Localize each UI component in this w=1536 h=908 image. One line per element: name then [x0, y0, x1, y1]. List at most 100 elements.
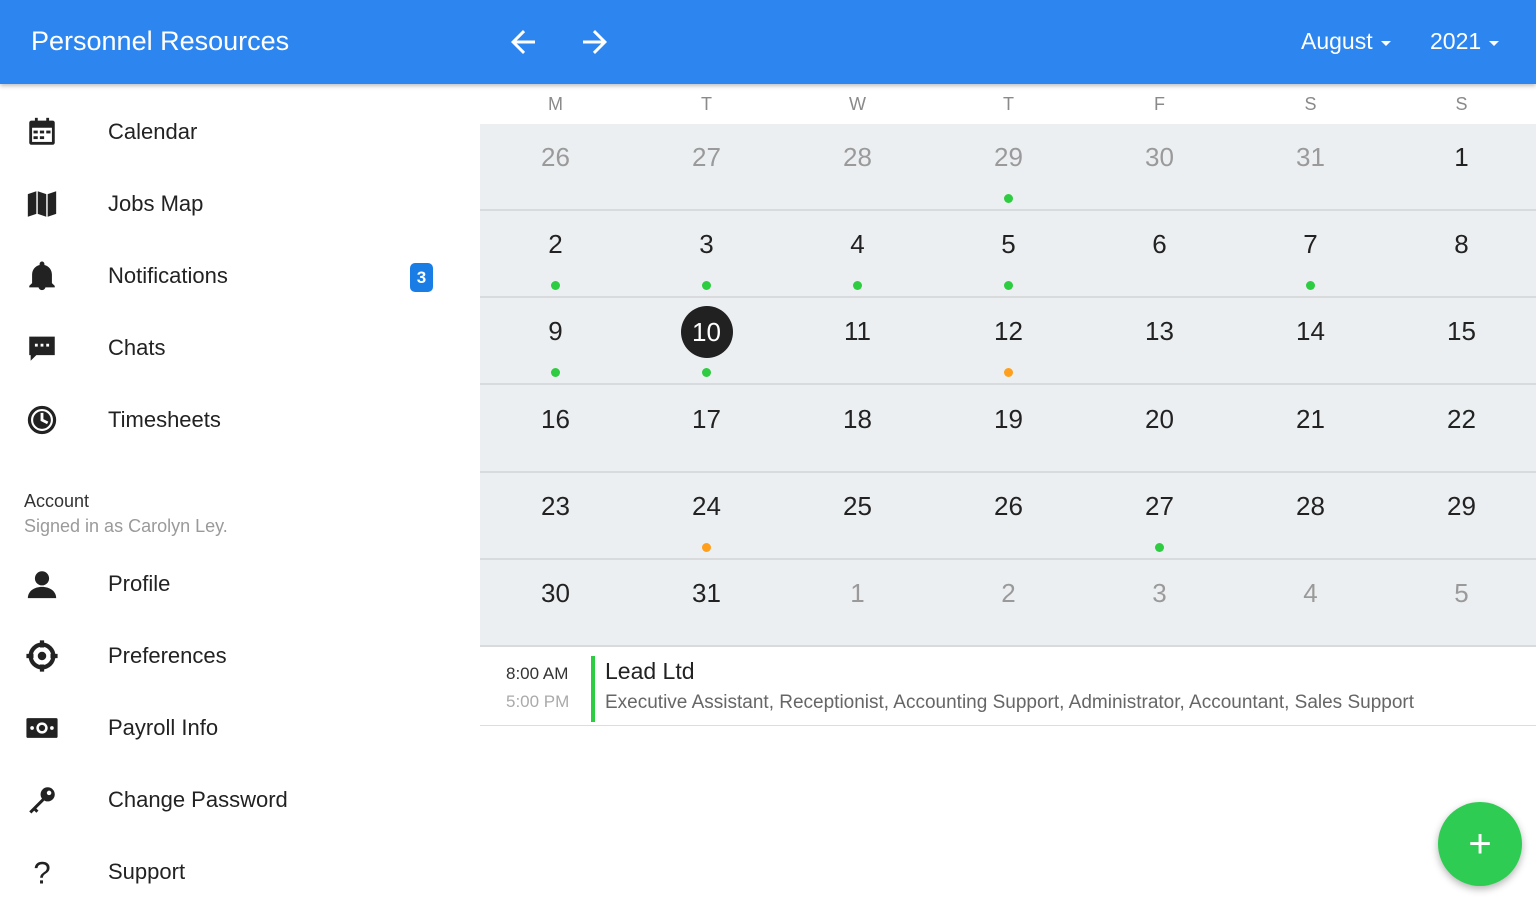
sidebar-item-profile[interactable]: Profile: [0, 548, 470, 620]
event-indicator-dot: [1004, 194, 1013, 203]
event-indicator-dot: [551, 368, 560, 378]
day-cell[interactable]: 1: [1386, 124, 1536, 209]
day-cell[interactable]: 26: [933, 473, 1084, 558]
day-cell[interactable]: 6: [1084, 211, 1235, 296]
day-number: 27: [692, 142, 721, 172]
day-cell-today[interactable]: 10: [631, 298, 782, 383]
day-cell[interactable]: 5: [1386, 560, 1536, 645]
day-cell[interactable]: 15: [1386, 298, 1536, 383]
app-bar: Personnel Resources August 2021: [0, 0, 1536, 84]
day-cell[interactable]: 21: [1235, 386, 1386, 471]
day-cell[interactable]: 14: [1235, 298, 1386, 383]
day-number: 24: [692, 490, 721, 521]
day-cell[interactable]: 2: [480, 211, 631, 296]
day-cell[interactable]: 11: [782, 298, 933, 383]
prev-month-arrow-icon[interactable]: [505, 24, 541, 60]
year-select[interactable]: 2021: [1430, 28, 1500, 55]
day-cell[interactable]: 2: [933, 560, 1084, 645]
day-cell[interactable]: 9: [480, 298, 631, 383]
sidebar-item-label: Payroll Info: [108, 715, 219, 740]
add-button[interactable]: +: [1438, 802, 1522, 886]
week-row: 26 27 28 29 30 31 1: [480, 124, 1536, 211]
day-number: 30: [541, 578, 570, 608]
event-indicator-dot: [1155, 542, 1164, 552]
day-cell[interactable]: 3: [631, 211, 782, 296]
day-cell[interactable]: 13: [1084, 298, 1235, 383]
day-cell[interactable]: 7: [1235, 211, 1386, 296]
help-icon: ?: [24, 854, 60, 890]
day-number: 28: [843, 142, 872, 172]
sidebar-item-payroll-info[interactable]: Payroll Info: [0, 692, 470, 764]
day-number: 12: [994, 316, 1023, 347]
day-number: 5: [1454, 578, 1469, 608]
signed-in-as: Signed in as Carolyn Ley.: [24, 516, 228, 536]
event-item[interactable]: 8:00 AM 5:00 PM Lead Ltd Executive Assis…: [480, 650, 1536, 726]
day-cell[interactable]: 28: [1235, 473, 1386, 558]
event-indicator-dot: [1004, 281, 1013, 291]
event-start-time: 8:00 AM: [506, 664, 569, 683]
sidebar-item-change-password[interactable]: Change Password: [0, 764, 470, 836]
day-number: 3: [699, 229, 714, 260]
day-cell[interactable]: 4: [782, 211, 933, 296]
sidebar-item-timesheets[interactable]: Timesheets: [0, 384, 470, 456]
day-cell[interactable]: 20: [1084, 386, 1235, 471]
sidebar-item-calendar[interactable]: Calendar: [0, 96, 470, 168]
next-month-arrow-icon[interactable]: [577, 24, 613, 60]
day-cell[interactable]: 28: [782, 124, 933, 209]
week-row: 9 10 11 12 13 14 15: [480, 298, 1536, 386]
day-cell[interactable]: 8: [1386, 211, 1536, 296]
day-number: 16: [541, 403, 570, 434]
weekday-header: MTWTFSS: [480, 84, 1536, 124]
svg-text:?: ?: [33, 855, 50, 889]
day-cell[interactable]: 31: [631, 560, 782, 645]
weekday-label: W: [849, 94, 866, 114]
day-cell[interactable]: 5: [933, 211, 1084, 296]
sidebar-item-label: Support: [108, 859, 186, 884]
day-cell[interactable]: 23: [480, 473, 631, 558]
key-icon: [24, 782, 60, 818]
event-indicator-dot: [551, 281, 560, 291]
sidebar-item-chats[interactable]: Chats: [0, 312, 470, 384]
day-cell[interactable]: 19: [933, 386, 1084, 471]
day-number: 25: [843, 490, 872, 521]
day-number: 13: [1145, 316, 1174, 347]
day-cell[interactable]: 26: [480, 124, 631, 209]
sidebar-item-preferences[interactable]: Preferences: [0, 620, 470, 692]
day-cell[interactable]: 25: [782, 473, 933, 558]
day-cell[interactable]: 18: [782, 386, 933, 471]
calendar-icon: [24, 114, 60, 150]
day-cell[interactable]: 4: [1235, 560, 1386, 645]
day-number: 23: [541, 490, 570, 521]
settings-icon: [24, 638, 60, 674]
sidebar-item-jobs-map[interactable]: Jobs Map: [0, 168, 470, 240]
day-cell[interactable]: 1: [782, 560, 933, 645]
weekday-label: S: [1304, 94, 1317, 114]
day-cell[interactable]: 29: [1386, 473, 1536, 558]
day-cell[interactable]: 22: [1386, 386, 1536, 471]
day-cell[interactable]: 17: [631, 386, 782, 471]
app-title: Personnel Resources: [31, 26, 290, 56]
sidebar-item-notifications[interactable]: Notifications 3: [0, 240, 470, 312]
money-icon: [24, 710, 60, 746]
day-number: 19: [994, 403, 1023, 434]
day-number: 17: [692, 403, 721, 434]
day-cell[interactable]: 12: [933, 298, 1084, 383]
day-cell[interactable]: 16: [480, 386, 631, 471]
day-cell[interactable]: 30: [480, 560, 631, 645]
month-select[interactable]: August: [1301, 28, 1391, 55]
sidebar-item-label: Timesheets: [108, 407, 221, 432]
sidebar-item-support[interactable]: ? Support: [0, 836, 470, 908]
week-row: 2 3 4 5 6 7 8: [480, 211, 1536, 299]
day-cell[interactable]: 30: [1084, 124, 1235, 209]
day-cell[interactable]: 3: [1084, 560, 1235, 645]
day-cell[interactable]: 24: [631, 473, 782, 558]
day-number: 10: [680, 306, 733, 359]
year-value: 2021: [1430, 28, 1482, 54]
event-color-bar: [591, 656, 595, 722]
person-icon: [24, 566, 60, 602]
day-number: 26: [994, 490, 1023, 521]
day-cell[interactable]: 27: [1084, 473, 1235, 558]
day-cell[interactable]: 27: [631, 124, 782, 209]
day-cell[interactable]: 31: [1235, 124, 1386, 209]
day-cell[interactable]: 29: [933, 124, 1084, 209]
